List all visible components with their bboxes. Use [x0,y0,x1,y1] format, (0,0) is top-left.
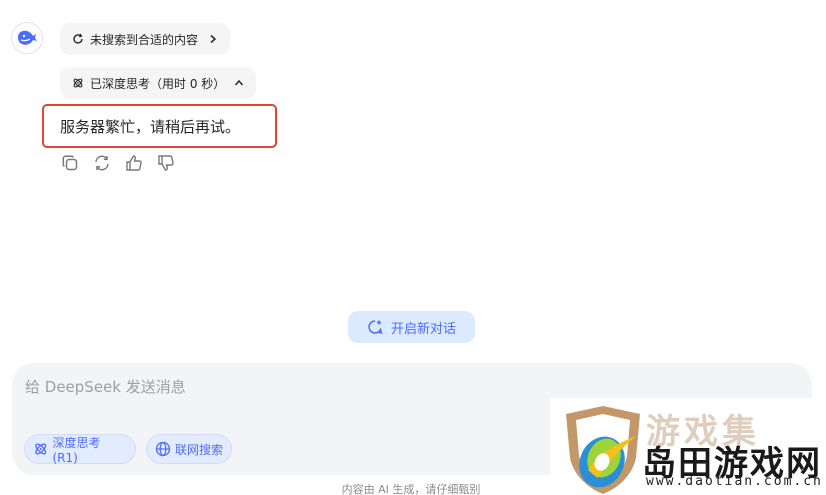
answer-highlight-box: 服务器繁忙，请稍后再试。 [42,104,277,148]
atom-icon [35,443,47,455]
thinking-status-text: 已深度思考（用时 0 秒） [90,76,226,91]
thumbs-up-icon [126,155,142,171]
copy-icon [62,155,78,171]
like-button[interactable] [124,152,144,174]
thinking-status-pill[interactable]: 已深度思考（用时 0 秒） [60,67,256,99]
message-actions [60,152,176,174]
deep-think-toggle[interactable]: 深度思考 (R1) [24,434,136,465]
regenerate-icon [95,155,109,171]
watermark-site-url: www.daotian.com.cn [646,474,823,489]
regenerate-button[interactable] [92,152,112,174]
globe-icon [155,441,171,457]
site-watermark: 游戏集 岛田游戏网 www.daotian.com.cn [550,398,826,495]
search-status-text: 未搜索到合适的内容 [90,32,199,47]
dislike-button[interactable] [156,152,176,174]
atom-icon [73,78,83,88]
web-search-toggle[interactable]: 联网搜索 [146,434,232,464]
copy-button[interactable] [60,152,80,174]
refresh-search-icon [73,33,83,44]
web-search-label: 联网搜索 [175,442,224,457]
deep-think-label: 深度思考 (R1) [52,435,101,465]
chevron-up-icon [234,79,244,86]
new-chat-button[interactable]: 开启新对话 [348,311,475,343]
thumbs-down-icon [158,155,174,171]
new-chat-icon [368,320,383,335]
watermark-logo-icon [566,406,640,494]
assistant-avatar [11,22,43,54]
ai-disclaimer-text: 内容由 AI 生成，请仔细甄别 [341,483,481,495]
assistant-answer: 服务器繁忙，请稍后再试。 [60,117,241,136]
new-chat-label: 开启新对话 [390,321,456,337]
deepseek-whale-icon [18,30,37,45]
search-status-pill[interactable]: 未搜索到合适的内容 [60,23,230,55]
message-input[interactable] [25,375,545,399]
chevron-right-icon [210,34,217,44]
